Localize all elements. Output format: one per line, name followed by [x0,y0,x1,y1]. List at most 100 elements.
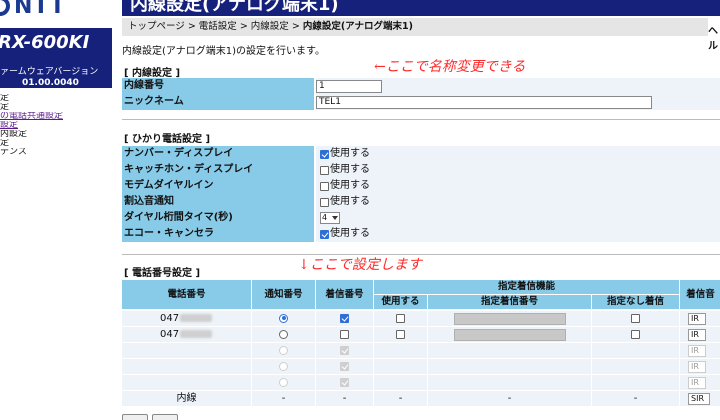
model-name: RX-600KI [0,32,90,53]
no-designation-checkbox[interactable] [631,329,640,339]
option-label: 使用する [330,164,370,175]
no-designation-checkbox[interactable] [631,313,640,323]
ring-select[interactable]: IR [688,361,706,373]
hikari-section-title: [ ひかり電話設定 ] [124,134,211,145]
interrupt-tone-checkbox[interactable] [320,197,329,207]
ntt-logo: NTT [0,0,112,22]
modem-dialin-checkbox[interactable] [320,181,329,191]
use-checkbox-cell [374,311,428,327]
designated-number-cell [428,327,592,343]
blurred-number [180,330,213,338]
option-label: 使用する [330,148,370,159]
designated-number-input[interactable] [454,329,566,341]
echo-canceller-option[interactable]: 使用する [320,229,370,240]
echo-canceller-cell: 使用する [316,226,720,242]
incoming-checkbox[interactable] [340,313,349,323]
th-no-designation: 指定なし着信 [592,295,680,310]
nickname-row: ニックネーム TEL1 [122,94,720,110]
cancel-button[interactable] [152,414,178,420]
hikari-row-catch-display: キャッチホン・ディスプレイ 使用する [122,162,720,178]
designated-number-cell [428,375,592,391]
blurred-number [180,314,213,322]
dial-timer-label: ダイヤル桁間タイマ(秒) [122,210,314,226]
th-use: 使用する [374,295,428,310]
divider [122,119,720,120]
interrupt-tone-option[interactable]: 使用する [320,197,370,208]
modem-dialin-label: モデムダイヤルイン [122,178,314,194]
incoming-checkbox[interactable] [340,329,349,339]
breadcrumb-trail[interactable]: トップページ > 電話設定 > 内線設定 > [128,21,303,32]
phone-section-title: [ 電話番号設定 ] [124,268,201,279]
side-menu-item[interactable]: 定 [0,103,112,112]
page-title: 内線設定(アナログ端末1) [130,0,339,15]
interrupt-tone-label: 割込音通知 [122,194,314,210]
ring-select[interactable]: IR [688,313,706,325]
no-designation-cell [592,311,680,327]
phone-annotation: ↓ここで設定します [298,257,422,273]
notify-radio[interactable] [279,313,288,323]
echo-canceller-checkbox[interactable] [320,229,329,239]
page-description: 内線設定(アナログ端末1)の設定を行います。 [122,46,325,57]
ring-select[interactable]: IR [688,345,706,357]
incoming-checkbox-cell [316,327,374,343]
use-checkbox[interactable] [396,329,405,339]
incoming-checkbox-cell [316,375,374,391]
breadcrumb: トップページ > 電話設定 > 内線設定 > 内線設定(アナログ端末1) [122,18,708,36]
echo-canceller-label: エコー・キャンセラ [122,226,314,242]
catch-display-option[interactable]: 使用する [320,165,370,176]
nickname-input[interactable]: TEL1 [316,96,652,109]
extension-number-input[interactable]: 1 [316,80,382,93]
side-menu-item[interactable]: 定 [0,139,112,148]
ring-select[interactable]: IR [688,329,706,341]
th-phone-number: 電話番号 [122,280,252,310]
ring-cell: IR [680,343,720,359]
set-button[interactable] [122,414,148,420]
number-display-option[interactable]: 使用する [320,149,370,160]
modem-dialin-cell: 使用する [316,178,720,194]
help-link[interactable]: ヘル [708,22,720,52]
side-menu-item-maintenance[interactable]: テンス [0,148,112,157]
ring-select[interactable]: SIR [688,393,710,405]
notify-radio[interactable] [279,329,288,339]
designated-number-cell [428,343,592,359]
naisen-section-title: [ 内線設定 ] [124,68,181,79]
number-display-checkbox[interactable] [320,149,329,159]
phone-number-table: 電話番号 通知番号 着信番号 指定着信機能 着信音 使用する 指定着信番号 指定… [122,280,720,420]
sidebar: NTT RX-600KI ァームウェアバージョン 01.00.0040 定 定 … [0,0,112,420]
extension-notify: - [252,391,316,407]
th-notify-number: 通知番号 [252,280,316,310]
notify-radio-cell [252,311,316,327]
side-menu-item-settings[interactable]: 設定 [0,121,112,130]
ring-cell: IR [680,327,720,343]
ring-cell: SIR [680,391,720,407]
designated-number-input[interactable] [454,313,566,325]
incoming-checkbox[interactable] [340,377,349,387]
number-display-label: ナンバー・ディスプレイ [122,146,314,162]
extension-incoming: - [316,391,374,407]
notify-radio-cell [252,359,316,375]
use-checkbox[interactable] [396,313,405,323]
catch-display-checkbox[interactable] [320,165,329,175]
incoming-checkbox[interactable] [340,361,349,371]
no-designation-cell [592,327,680,343]
chevron-down-icon [332,216,338,220]
notify-radio[interactable] [279,345,288,355]
modem-dialin-option[interactable]: 使用する [320,181,370,192]
title-bar: 内線設定(アナログ端末1) [122,0,720,16]
notify-radio[interactable] [279,361,288,371]
side-menu-item[interactable]: 定 [0,94,112,103]
side-menu-item-phone-common[interactable]: の電話共通設定 [0,112,112,121]
option-label: 使用する [330,196,370,207]
main-content: 内線設定(アナログ端末1) ヘル トップページ > 電話設定 > 内線設定 > … [112,0,720,420]
hikari-row-number-display: ナンバー・ディスプレイ 使用する [122,146,720,162]
incoming-checkbox[interactable] [340,345,349,355]
hikari-row-echo-canceller: エコー・キャンセラ 使用する [122,226,720,242]
notify-radio[interactable] [279,377,288,387]
designated-number-cell [428,311,592,327]
no-designation-cell [592,375,680,391]
side-menu-item-naisen[interactable]: 内設定 [0,130,112,139]
no-designation-cell [592,343,680,359]
ring-select[interactable]: IR [688,377,706,389]
use-checkbox-cell [374,375,428,391]
dial-timer-select[interactable]: 4 [320,212,340,224]
